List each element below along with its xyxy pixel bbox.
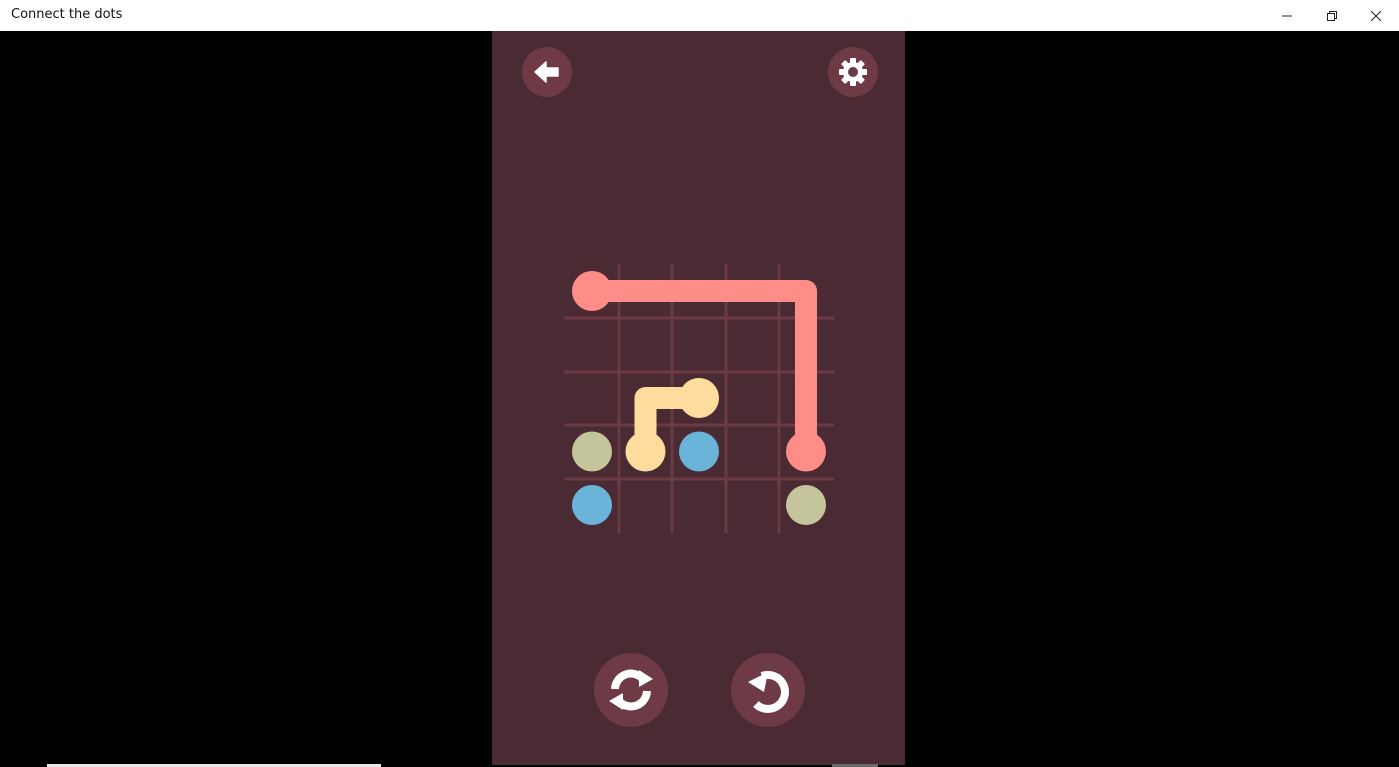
- title-bar: Connect the dots: [0, 0, 1399, 31]
- olive-dot[interactable]: [786, 485, 826, 525]
- yellow-dot[interactable]: [679, 378, 719, 418]
- salmon-dot[interactable]: [786, 431, 826, 472]
- refresh-icon: [609, 669, 653, 711]
- close-button[interactable]: [1354, 0, 1398, 31]
- undo-icon: [748, 670, 789, 713]
- undo-button[interactable]: [731, 653, 805, 727]
- restore-icon: [1327, 10, 1337, 21]
- app-stage: [0, 31, 1399, 767]
- puzzle-board[interactable]: [492, 31, 905, 765]
- dots-layer: [572, 271, 826, 525]
- minimize-button[interactable]: [1265, 0, 1309, 31]
- game-panel: [492, 31, 905, 765]
- minimize-icon: [1282, 15, 1292, 16]
- shuffle-button[interactable]: [594, 653, 668, 727]
- yellow-dot[interactable]: [625, 431, 666, 472]
- window-title: Connect the dots: [11, 7, 123, 22]
- blue-dot[interactable]: [572, 485, 612, 525]
- close-icon: [1370, 10, 1382, 21]
- restore-button[interactable]: [1310, 0, 1354, 31]
- salmon-dot[interactable]: [572, 271, 612, 311]
- blue-dot[interactable]: [679, 431, 719, 472]
- olive-dot[interactable]: [572, 431, 612, 472]
